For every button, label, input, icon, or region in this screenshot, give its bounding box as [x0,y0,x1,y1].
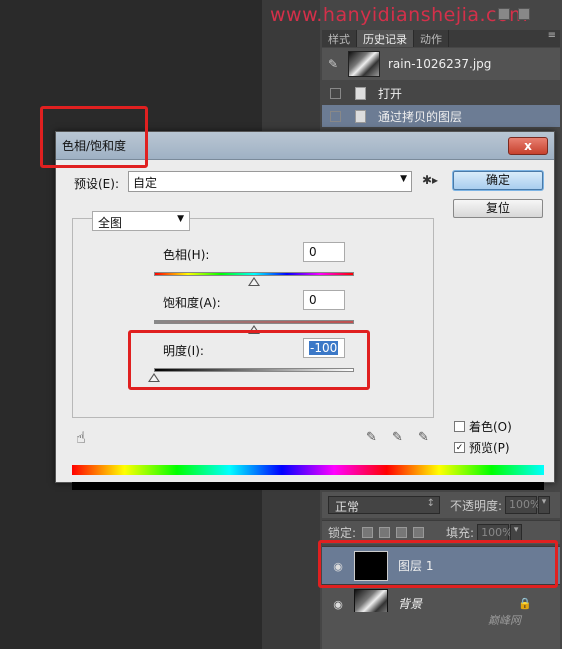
tab-styles[interactable]: 样式 [322,30,357,47]
layers-blend-row: 正常 不透明度: 100% ▾ [322,492,560,518]
opacity-label: 不透明度: [450,498,503,513]
hue-saturation-dialog: 色相/饱和度 x 预设(E): 自定 ▼ ✱▸ 确定 复位 全图 ▼ 色相(H)… [55,131,555,490]
trash-icon[interactable] [518,8,530,20]
lock-icon: 🔒 [518,597,532,610]
history-source-checkbox[interactable] [330,87,341,99]
preset-select[interactable]: 自定 ▼ [128,171,412,192]
opacity-dropdown-icon[interactable]: ▾ [538,496,551,514]
lock-label: 锁定: [328,526,357,540]
close-button[interactable]: x [508,136,548,155]
opacity-input[interactable]: 100% [505,496,541,514]
preset-label: 预设(E): [74,177,119,191]
annotation-box-lightness [128,330,370,390]
hue-slider-track[interactable] [154,272,354,276]
lock-pixels-icon[interactable] [379,527,391,538]
eyedropper-icon[interactable]: ✎ [366,430,377,445]
saturation-slider-track[interactable] [154,320,354,324]
fill-dropdown-icon[interactable]: ▾ [510,523,523,542]
eye-icon[interactable]: ◉ [330,598,346,611]
lock-all-icon[interactable] [413,527,425,538]
preview-option[interactable]: ✓ 预览(P) [454,439,510,456]
panel-tabs: 样式 历史记录 动作 ≡ [322,30,560,47]
dialog-body: 预设(E): 自定 ▼ ✱▸ 确定 复位 全图 ▼ 色相(H): 0 饱和度(A… [56,160,554,490]
history-item-open[interactable]: 打开 [322,82,560,104]
history-item-label: 通过拷贝的图层 [378,109,463,124]
colorize-label: 着色(O) [469,420,512,434]
tab-actions[interactable]: 动作 [414,30,449,47]
history-item-label: 打开 [378,86,403,101]
history-item-copy-layer[interactable]: 通过拷贝的图层 [322,105,560,127]
hue-input[interactable]: 0 [303,242,345,262]
lock-transparency-icon[interactable] [362,527,374,538]
panel-menu-icon[interactable]: ≡ [548,30,560,47]
colorize-checkbox[interactable] [454,421,465,432]
history-source-checkbox[interactable] [330,110,341,122]
chevron-down-icon: ▼ [400,174,407,184]
preview-label: 预览(P) [469,441,510,455]
fill-input[interactable]: 100% [477,523,513,542]
panel-top-icons [490,8,560,28]
tab-history[interactable]: 历史记录 [357,30,414,47]
fill-label: 填充: [446,526,475,540]
colorize-option[interactable]: 着色(O) [454,418,512,435]
history-brush-icon[interactable]: ✎ [328,57,342,71]
layer-name: 背景 [398,597,423,611]
saturation-value: 0 [309,293,317,307]
blend-mode-select[interactable]: 正常 [328,496,440,514]
input-spectrum-bar [72,465,544,475]
corner-logo: 巅峰网 [488,614,521,627]
range-select[interactable]: 全图 ▼ [92,211,190,231]
eyedropper-add-icon[interactable]: ✎ [392,430,403,445]
annotation-box-layer [318,540,558,588]
hue-slider-thumb[interactable] [248,277,260,286]
ok-button[interactable]: 确定 [453,171,543,190]
hand-adjust-icon[interactable]: ☝ [76,428,86,447]
gear-icon[interactable]: ✱▸ [422,173,438,187]
layers-bottom-bar [322,612,560,649]
preview-checkbox[interactable]: ✓ [454,442,465,453]
snapshot-thumbnail [348,51,380,77]
hue-value: 0 [309,245,317,259]
new-icon[interactable] [498,8,510,20]
history-snapshot[interactable]: ✎ rain-1026237.jpg [322,48,560,80]
eyedropper-subtract-icon[interactable]: ✎ [418,430,429,445]
lock-position-icon[interactable] [396,527,408,538]
document-icon [355,109,366,123]
chevron-down-icon: ▼ [177,214,184,224]
saturation-label: 饱和度(A): [163,296,221,310]
hue-label: 色相(H): [163,248,210,262]
range-value: 全图 [98,216,123,230]
reset-button[interactable]: 复位 [453,199,543,218]
document-icon [355,86,366,100]
snapshot-label: rain-1026237.jpg [388,57,492,71]
annotation-box-title [40,106,148,168]
output-spectrum-bar [72,482,544,490]
saturation-input[interactable]: 0 [303,290,345,310]
preset-value: 自定 [133,176,158,190]
